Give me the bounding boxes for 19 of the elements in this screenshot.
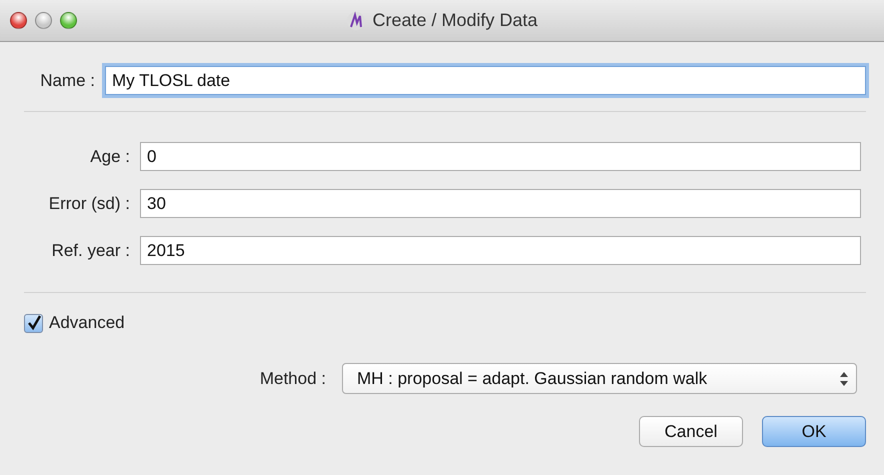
field-label: Ref. year : (50, 240, 131, 260)
minimize-button[interactable] (35, 12, 52, 29)
ok-button[interactable]: OK (762, 416, 866, 447)
field-label: Error (sd) : (48, 194, 131, 214)
input-field[interactable]: 30 (140, 189, 861, 218)
stepper-icon (840, 372, 848, 386)
method-dropdown[interactable]: MH : proposal = adapt. Gaussian random walk (342, 363, 857, 394)
name-field[interactable]: My TLOSL date (105, 66, 866, 95)
name-label: Name : (39, 70, 96, 90)
input-field[interactable]: 2015 (140, 236, 861, 265)
advanced-checkbox[interactable] (24, 314, 43, 332)
zoom-button[interactable] (60, 12, 77, 29)
window-title: Create / Modify Data (372, 10, 538, 31)
cancel-button[interactable]: Cancel (639, 416, 743, 447)
input-field[interactable]: 0 (140, 142, 861, 171)
advanced-label: Advanced (49, 313, 125, 333)
close-button[interactable] (10, 12, 27, 29)
method-label: Method : (260, 368, 326, 388)
field-label: Age : (89, 146, 131, 166)
